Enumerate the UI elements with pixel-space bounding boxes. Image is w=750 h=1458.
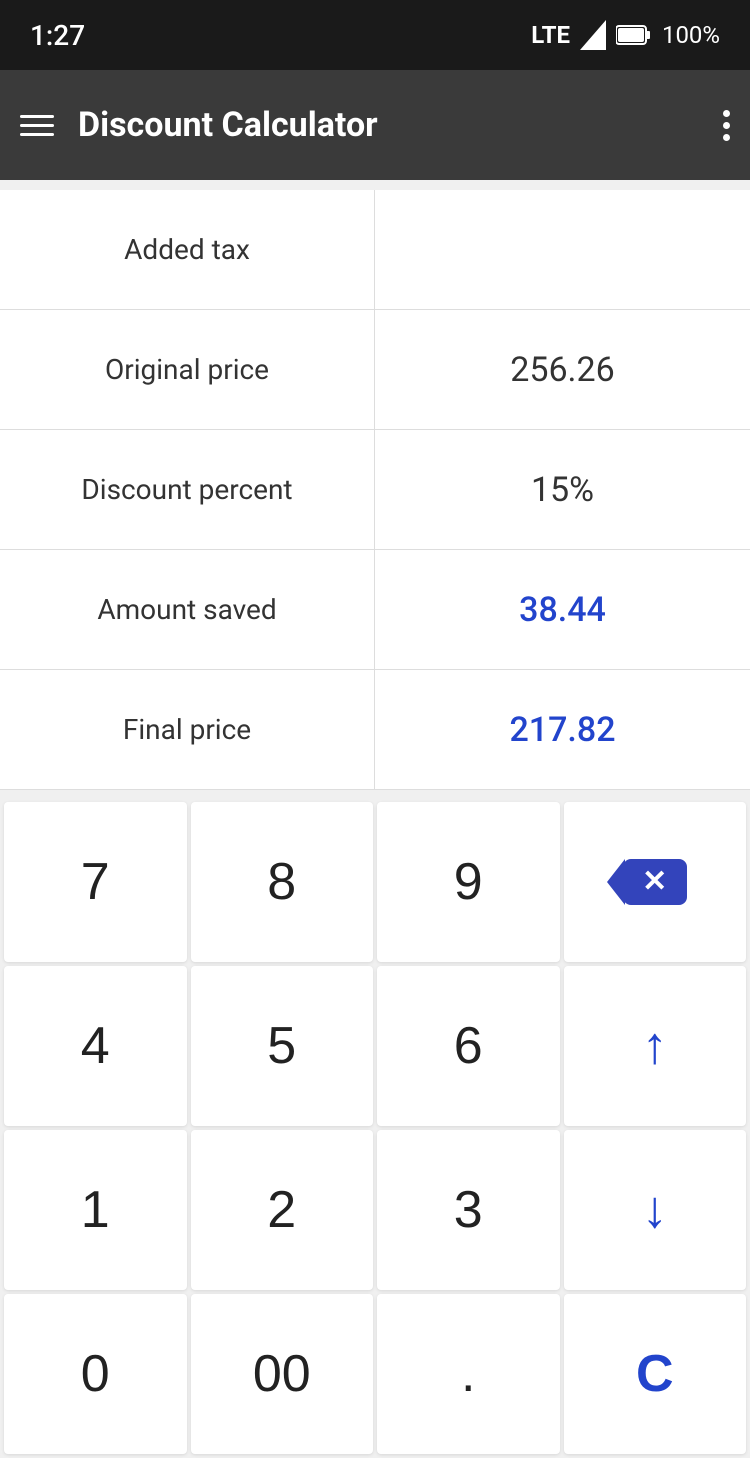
lte-label: LTE (531, 21, 570, 49)
calculator-display: Added tax Original price 256.26 Discount… (0, 190, 750, 790)
key-clear[interactable]: C (564, 1294, 747, 1454)
original-price-row[interactable]: Original price 256.26 (0, 310, 750, 430)
final-price-row[interactable]: Final price 217.82 (0, 670, 750, 790)
clear-icon: C (636, 1344, 674, 1404)
key-up[interactable]: ↑ (564, 966, 747, 1126)
more-options-button[interactable] (723, 110, 730, 141)
backspace-icon: ✕ (623, 859, 687, 905)
key-5[interactable]: 5 (191, 966, 374, 1126)
added-tax-value (375, 190, 750, 309)
toolbar-left: Discount Calculator (20, 105, 378, 145)
menu-button[interactable] (20, 115, 54, 136)
key-9[interactable]: 9 (377, 802, 560, 962)
key-1[interactable]: 1 (4, 1130, 187, 1290)
signal-icon (580, 20, 606, 50)
status-bar: 1:27 LTE 100% (0, 0, 750, 70)
arrow-down-icon: ↓ (642, 1180, 668, 1240)
key-6[interactable]: 6 (377, 966, 560, 1126)
battery-percent: 100% (662, 21, 720, 49)
key-2[interactable]: 2 (191, 1130, 374, 1290)
key-0[interactable]: 0 (4, 1294, 187, 1454)
status-time: 1:27 (30, 19, 85, 52)
key-4[interactable]: 4 (4, 966, 187, 1126)
key-8[interactable]: 8 (191, 802, 374, 962)
amount-saved-label: Amount saved (0, 550, 375, 669)
toolbar: Discount Calculator (0, 70, 750, 180)
key-backspace[interactable]: ✕ (564, 802, 747, 962)
discount-percent-label: Discount percent (0, 430, 375, 549)
battery-icon (616, 24, 652, 46)
key-00[interactable]: 00 (191, 1294, 374, 1454)
status-right-icons: LTE 100% (531, 20, 720, 50)
final-price-label: Final price (0, 670, 375, 789)
added-tax-row[interactable]: Added tax (0, 190, 750, 310)
numpad: 7 8 9 ✕ 4 5 6 ↑ 1 2 3 ↓ 0 00 . C (0, 798, 750, 1458)
key-decimal[interactable]: . (377, 1294, 560, 1454)
discount-percent-value: 15% (375, 430, 750, 549)
amount-saved-row[interactable]: Amount saved 38.44 (0, 550, 750, 670)
added-tax-label: Added tax (0, 190, 375, 309)
final-price-value: 217.82 (375, 670, 750, 789)
discount-percent-row[interactable]: Discount percent 15% (0, 430, 750, 550)
key-3[interactable]: 3 (377, 1130, 560, 1290)
amount-saved-value: 38.44 (375, 550, 750, 669)
key-7[interactable]: 7 (4, 802, 187, 962)
original-price-value: 256.26 (375, 310, 750, 429)
original-price-label: Original price (0, 310, 375, 429)
app-title: Discount Calculator (78, 105, 378, 145)
arrow-up-icon: ↑ (642, 1016, 668, 1076)
key-down[interactable]: ↓ (564, 1130, 747, 1290)
